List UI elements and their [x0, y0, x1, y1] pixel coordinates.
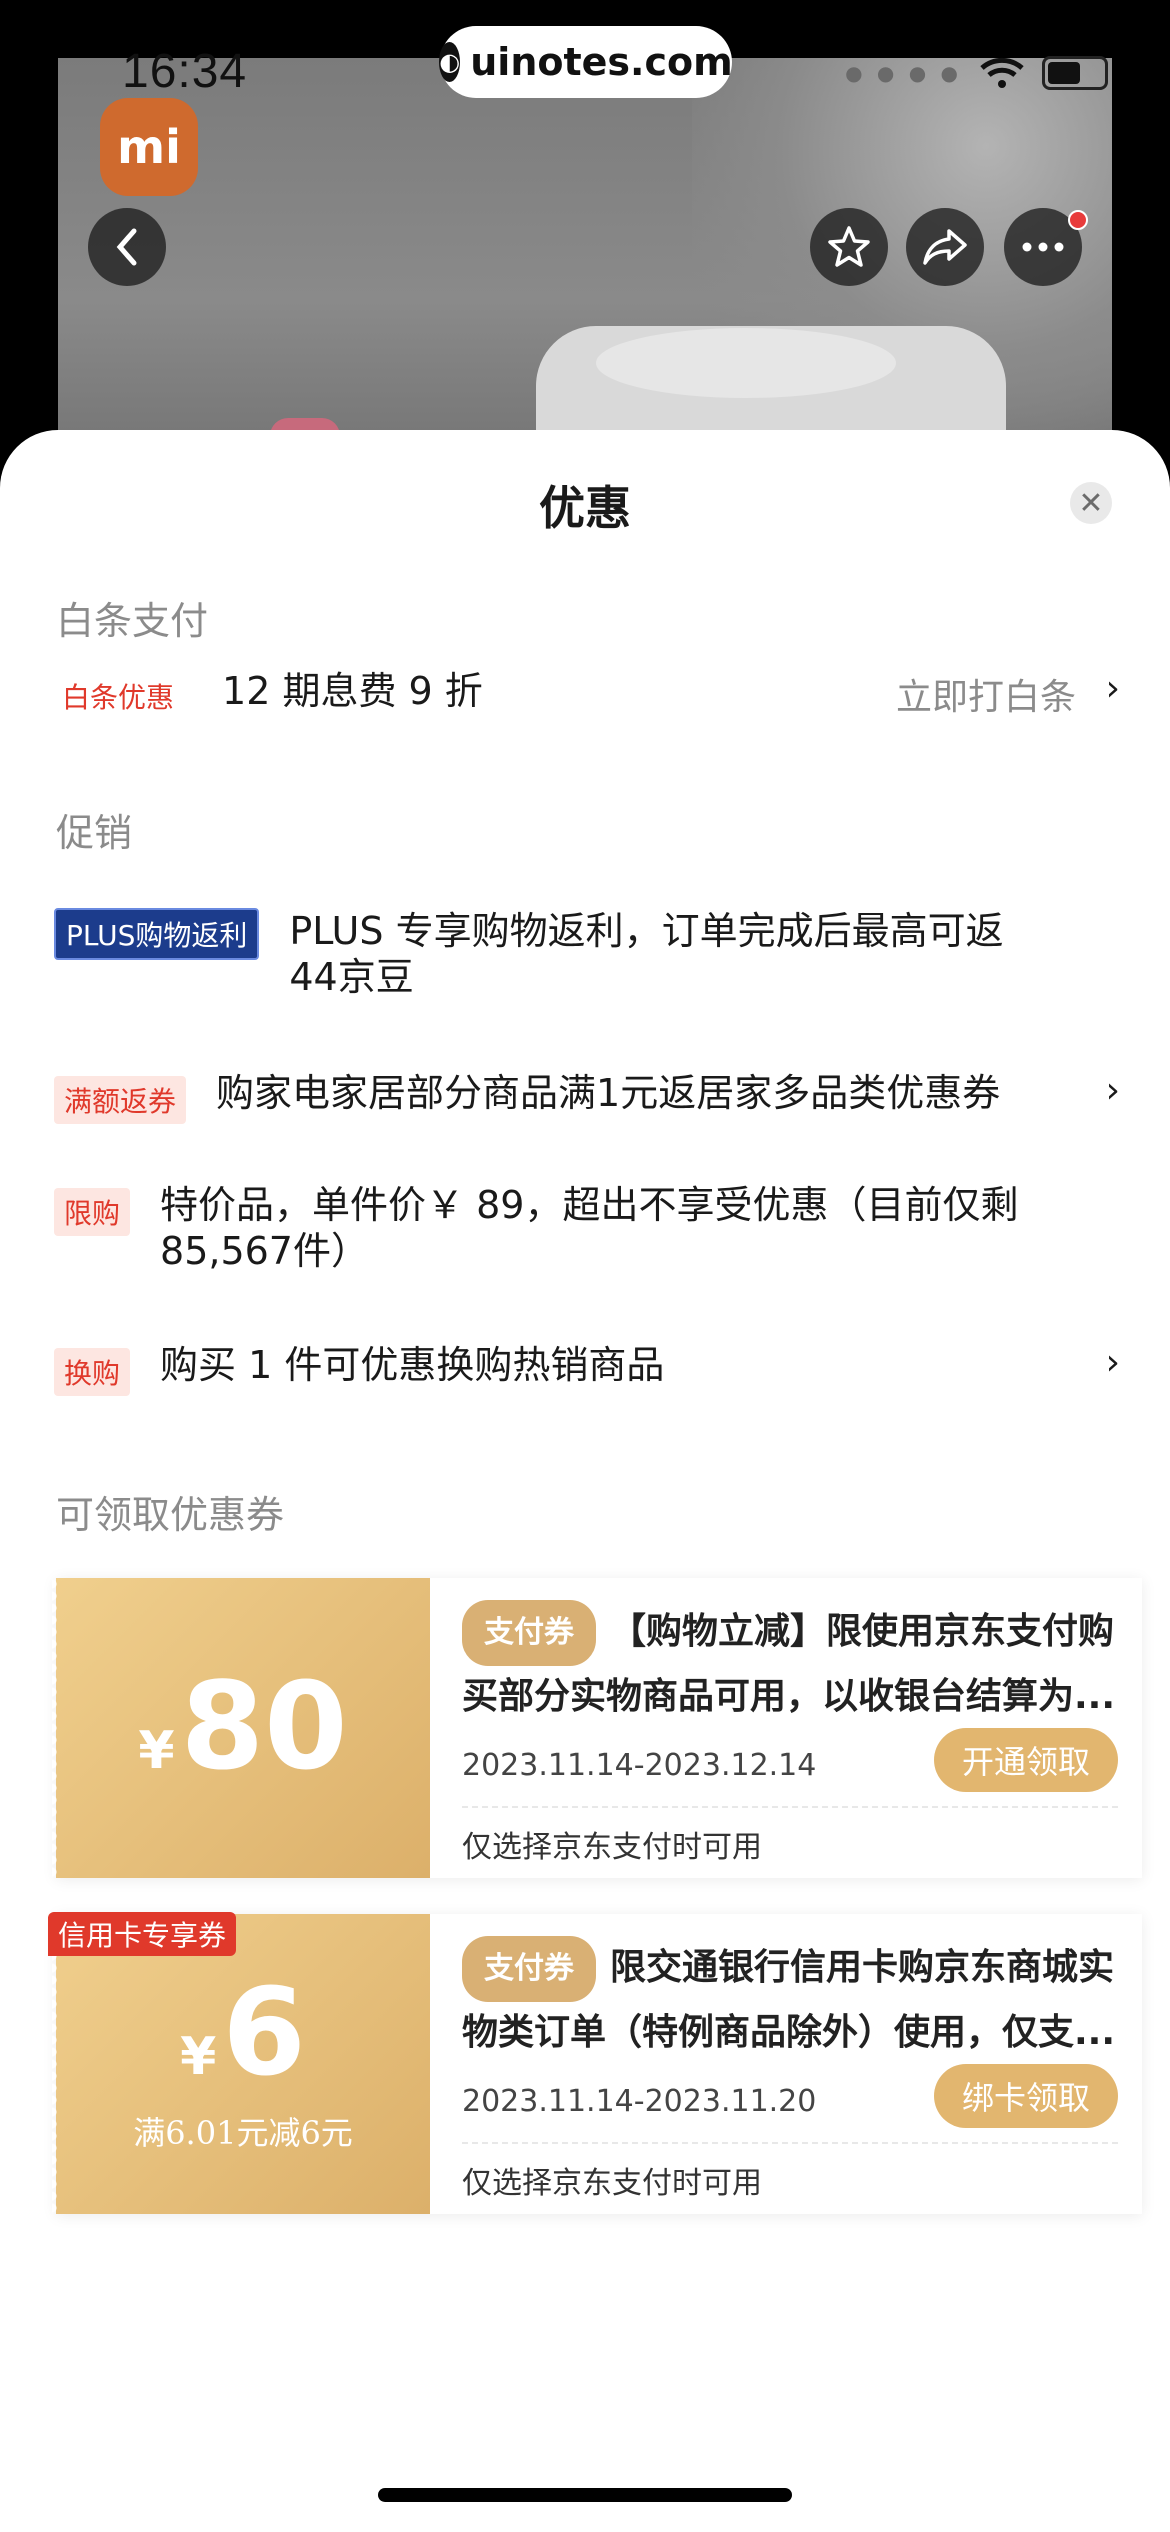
- promo-item-exchange[interactable]: 换购 购买 1 件可优惠换购热销商品 ›: [54, 1342, 1120, 1396]
- coupon-type-badge: 支付券: [462, 1936, 596, 2002]
- promo-section-title: 促销: [56, 811, 133, 855]
- discount-sheet: 优惠 ✕ 白条支付 白条优惠 12 期息费 9 折 立即打白条 › 促销 PLU…: [0, 430, 1170, 2532]
- coupon-divider: [462, 1806, 1118, 1808]
- promo-tag: 满额返券: [54, 1076, 187, 1124]
- coupon-amount-panel: ¥ 6 满6.01元减6元: [52, 1914, 430, 2214]
- star-icon: [828, 226, 870, 267]
- coupon-card: ¥ 6 满6.01元减6元 信用卡专享券 支付券 限交通银行信用卡购京东商城实物类…: [48, 1912, 1142, 2214]
- sheet-title: 优惠: [539, 481, 631, 535]
- coupon-note: 仅选择京东支付时可用: [462, 2166, 762, 2201]
- coupon-info: 支付券 【购物立减】限使用京东支付购买部分实物商品可用，以收银台结算为...: [462, 1600, 1118, 1724]
- coupon-claim-button[interactable]: 开通领取: [934, 1728, 1118, 1792]
- wifi-icon: [980, 57, 1024, 88]
- promo-item-plus: PLUS购物返利 PLUS 专享购物返利，订单完成后最高可返44京豆: [54, 908, 1120, 1000]
- promo-item-limit: 限购 特价品，单件价￥ 89，超出不享受优惠（目前仅剩85,567件）: [54, 1182, 1120, 1274]
- watermark-badge: ◐ uinotes.com: [439, 26, 733, 98]
- status-icons: ● ● ● ●: [845, 56, 1108, 90]
- baitiao-text: 12 期息费 9 折: [222, 669, 483, 713]
- coupon-desc: 支付券 【购物立减】限使用京东支付购买部分实物商品可用，以收银台结算为...: [462, 1600, 1118, 1724]
- baitiao-row[interactable]: 白条优惠 12 期息费 9 折 立即打白条 ›: [54, 668, 1120, 720]
- share-button[interactable]: [906, 208, 984, 286]
- coupon-amount: ¥ 6: [180, 1974, 306, 2094]
- baitiao-section-title: 白条支付: [56, 599, 209, 643]
- coupon-desc: 支付券 限交通银行信用卡购京东商城实物类订单（特例商品除外）使用，仅支...: [462, 1936, 1118, 2060]
- coupon-info: 支付券 限交通银行信用卡购京东商城实物类订单（特例商品除外）使用，仅支...: [462, 1936, 1118, 2060]
- baitiao-tag: 白条优惠: [62, 681, 175, 714]
- chevron-right-icon: ›: [1105, 1070, 1120, 1111]
- coupon-amount: ¥ 80: [138, 1668, 347, 1788]
- kettle-lid: [596, 328, 896, 398]
- signal-icon: ● ● ● ●: [845, 61, 962, 85]
- currency-symbol: ¥: [138, 1721, 175, 1781]
- promo-tag: PLUS购物返利: [54, 908, 260, 960]
- back-button[interactable]: [88, 208, 166, 286]
- chevron-left-icon: [116, 228, 137, 266]
- coupon-divider: [462, 2142, 1118, 2144]
- coupon-card: ¥ 80 支付券 【购物立减】限使用京东支付购买部分实物商品可用，以收银台结算为.…: [52, 1578, 1142, 1878]
- watermark-text: uinotes.com: [470, 40, 733, 84]
- favorite-button[interactable]: [810, 208, 888, 286]
- promo-tag: 限购: [54, 1188, 131, 1236]
- home-indicator[interactable]: [378, 2488, 792, 2502]
- coupon-date: 2023.11.14-2023.11.20: [462, 2084, 817, 2119]
- status-time: 16:34: [122, 45, 248, 98]
- coupon-amount-panel: ¥ 80: [52, 1578, 430, 1878]
- close-icon: ✕: [1078, 485, 1104, 521]
- promo-text: 特价品，单件价￥ 89，超出不享受优惠（目前仅剩85,567件）: [160, 1183, 1019, 1273]
- promo-text: 购家电家居部分商品满1元返居家多品类优惠券: [216, 1071, 1001, 1115]
- promo-tag: 换购: [54, 1348, 131, 1396]
- brand-logo[interactable]: mi: [100, 98, 198, 196]
- coupon-amount-value: 80: [180, 1658, 348, 1797]
- coupon-note: 仅选择京东支付时可用: [462, 1830, 762, 1865]
- promo-text: PLUS 专享购物返利，订单完成后最高可返44京豆: [289, 909, 1004, 999]
- promo-item-coupon-return[interactable]: 满额返券 购家电家居部分商品满1元返居家多品类优惠券 ›: [54, 1070, 1120, 1124]
- coupon-amount-value: 6: [222, 1964, 306, 2103]
- currency-symbol: ¥: [180, 2027, 217, 2087]
- coupon-type-badge: 支付券: [462, 1600, 596, 1666]
- baitiao-action[interactable]: 立即打白条: [896, 668, 1076, 720]
- battery-icon: [1042, 56, 1108, 90]
- notification-dot: [1068, 210, 1088, 230]
- watermark-logo-icon: ◐: [439, 42, 461, 82]
- credit-card-ribbon: 信用卡专享券: [48, 1912, 237, 1956]
- coupon-date: 2023.11.14-2023.12.14: [462, 1748, 817, 1783]
- more-dots-icon: [1022, 242, 1064, 252]
- coupon-condition: 满6.01元减6元: [133, 2114, 353, 2152]
- share-icon: [923, 229, 967, 265]
- chevron-right-icon: ›: [1105, 1342, 1120, 1383]
- chevron-right-icon: ›: [1105, 668, 1120, 709]
- promo-text: 购买 1 件可优惠换购热销商品: [160, 1343, 665, 1387]
- close-button[interactable]: ✕: [1070, 482, 1112, 524]
- coupons-section-title: 可领取优惠券: [56, 1493, 285, 1537]
- coupon-bind-card-button[interactable]: 绑卡领取: [934, 2064, 1118, 2128]
